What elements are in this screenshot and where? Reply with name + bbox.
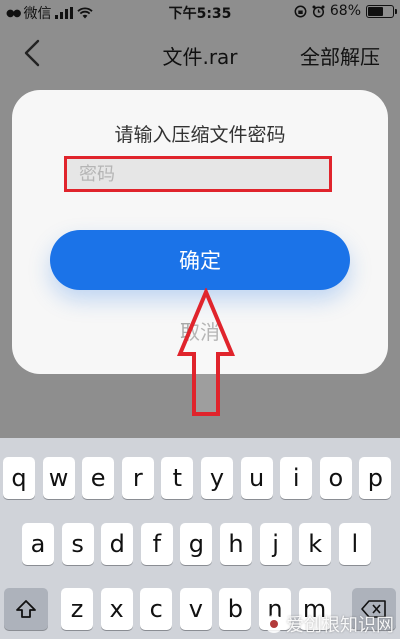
key-l[interactable]: l <box>338 523 371 565</box>
watermark-text: 爱创根知识网 <box>286 615 394 636</box>
key-c[interactable]: c <box>140 588 173 630</box>
key-y[interactable]: y <box>201 457 233 499</box>
key-r[interactable]: r <box>121 457 154 499</box>
key-e[interactable]: e <box>82 457 115 499</box>
keyboard: qwertyuiop asdfghjkl zxcvbnm <box>0 438 400 639</box>
dialog-title: 请输入压缩文件密码 <box>114 124 286 146</box>
watermark-logo-icon <box>265 615 283 633</box>
key-d[interactable]: d <box>101 523 134 565</box>
key-j[interactable]: j <box>259 523 292 565</box>
key-i[interactable]: i <box>280 457 313 499</box>
battery-percent: 68% <box>329 3 361 19</box>
watermark: 爱创根知识网 <box>265 611 394 637</box>
key-f[interactable]: f <box>140 523 173 565</box>
annotation-arrow-icon <box>176 288 236 416</box>
key-a[interactable]: a <box>22 523 54 565</box>
alarm-icon <box>312 5 325 18</box>
status-bar: ●● 微信 下午5:35 68% <box>0 0 400 24</box>
key-k[interactable]: k <box>299 523 332 565</box>
key-b[interactable]: b <box>219 588 252 630</box>
key-z[interactable]: z <box>61 588 93 630</box>
key-w[interactable]: w <box>42 457 75 499</box>
battery-fill <box>368 6 383 16</box>
key-g[interactable]: g <box>180 523 213 565</box>
extract-all-button[interactable]: 全部解压 <box>300 41 380 70</box>
nav-bar: 文件.rar 全部解压 <box>0 24 400 82</box>
shift-arrow-icon <box>16 600 36 618</box>
key-x[interactable]: x <box>100 588 133 630</box>
confirm-button[interactable]: 确定 <box>50 230 350 290</box>
status-right: 68% <box>294 3 397 19</box>
key-q[interactable]: q <box>3 457 35 499</box>
key-t[interactable]: t <box>161 457 194 499</box>
key-h[interactable]: h <box>220 523 252 565</box>
rotation-lock-icon <box>294 5 307 17</box>
shift-key[interactable] <box>4 588 48 630</box>
password-input[interactable] <box>64 156 332 192</box>
key-v[interactable]: v <box>179 588 212 630</box>
key-s[interactable]: s <box>61 523 94 565</box>
key-p[interactable]: p <box>359 457 392 499</box>
battery-icon <box>366 4 397 18</box>
key-u[interactable]: u <box>240 457 273 499</box>
key-o[interactable]: o <box>319 457 352 499</box>
